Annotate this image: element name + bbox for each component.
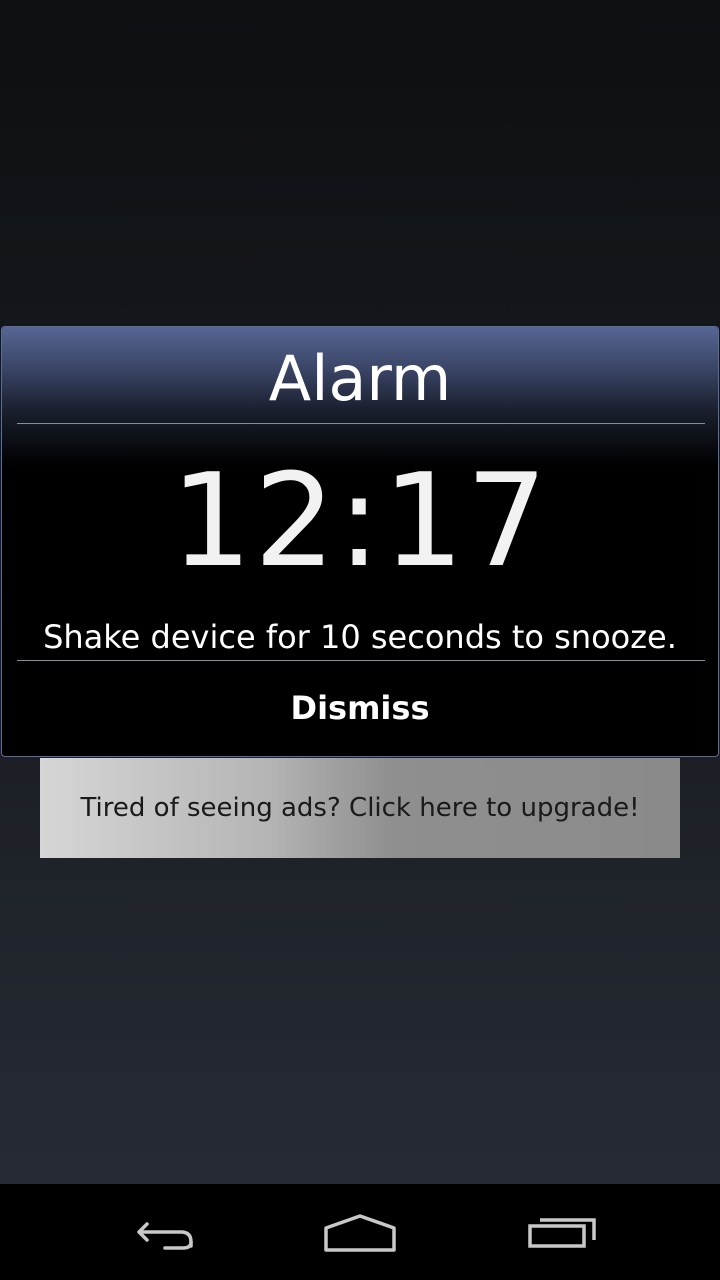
- recent-apps-button[interactable]: [512, 1202, 612, 1262]
- home-icon: [324, 1214, 396, 1252]
- upgrade-ad-banner[interactable]: Tired of seeing ads? Click here to upgra…: [40, 758, 680, 858]
- dialog-title: Alarm: [268, 342, 452, 415]
- title-divider: [17, 423, 705, 424]
- navigation-bar: [0, 1184, 720, 1280]
- alarm-time: 12:17: [170, 447, 550, 596]
- alarm-dialog: Alarm 12:17 Shake device for 10 seconds …: [1, 326, 719, 757]
- recent-apps-icon: [528, 1218, 596, 1248]
- back-icon: [137, 1222, 193, 1250]
- screen-background: Alarm 12:17 Shake device for 10 seconds …: [0, 0, 720, 1184]
- home-button[interactable]: [310, 1202, 410, 1262]
- dismiss-button[interactable]: Dismiss: [2, 661, 718, 755]
- snooze-instruction: Shake device for 10 seconds to snooze.: [43, 618, 677, 656]
- back-button[interactable]: [110, 1202, 210, 1262]
